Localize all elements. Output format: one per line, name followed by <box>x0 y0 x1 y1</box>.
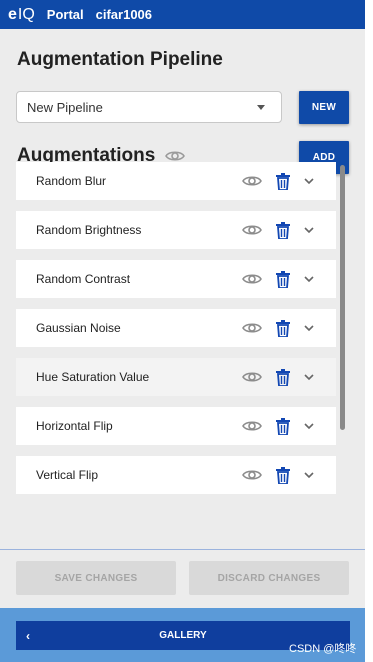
eye-icon[interactable] <box>242 223 262 237</box>
eye-icon[interactable] <box>242 272 262 286</box>
trash-icon[interactable] <box>276 319 290 337</box>
list-item[interactable]: Horizontal Flip <box>16 407 336 445</box>
save-changes-button[interactable]: SAVE CHANGES <box>16 561 176 595</box>
list-scrollbar[interactable] <box>340 165 345 430</box>
eye-icon[interactable] <box>165 149 186 163</box>
pipeline-select-value: New Pipeline <box>27 99 103 115</box>
augmentation-label: Gaussian Noise <box>36 321 121 335</box>
augmentation-label: Random Brightness <box>36 223 142 237</box>
chevron-down-icon[interactable] <box>304 471 314 479</box>
eye-icon[interactable] <box>242 174 262 188</box>
pipeline-select[interactable]: New Pipeline <box>16 91 282 123</box>
eiq-logo[interactable]: e IQ <box>8 6 35 24</box>
trash-icon[interactable] <box>276 466 290 484</box>
augmentation-label: Horizontal Flip <box>36 419 113 433</box>
page-title: Augmentation Pipeline <box>17 49 223 70</box>
chevron-down-icon[interactable] <box>304 226 314 234</box>
discard-changes-button[interactable]: DISCARD CHANGES <box>189 561 349 595</box>
augmentation-label: Hue Saturation Value <box>36 370 150 384</box>
chevron-down-icon[interactable] <box>304 177 314 185</box>
eye-icon[interactable] <box>242 468 262 482</box>
trash-icon[interactable] <box>276 221 290 239</box>
eye-icon[interactable] <box>242 370 262 384</box>
chevron-down-icon[interactable] <box>304 324 314 332</box>
augmentation-label: Random Blur <box>36 174 107 188</box>
trash-icon[interactable] <box>276 172 290 190</box>
right-edge <box>365 0 373 662</box>
list-item[interactable]: Vertical Flip <box>16 456 336 494</box>
chevron-left-icon[interactable]: ‹ <box>26 629 30 643</box>
divider <box>0 549 365 550</box>
top-bar: e IQ Portal cifar1006 <box>0 0 373 29</box>
trash-icon[interactable] <box>276 417 290 435</box>
list-item[interactable]: Gaussian Noise <box>16 309 336 347</box>
chevron-down-icon[interactable] <box>304 275 314 283</box>
augmentation-label: Random Contrast <box>36 272 131 286</box>
augmentation-label: Vertical Flip <box>36 468 99 482</box>
trash-icon[interactable] <box>276 368 290 386</box>
chevron-down-icon[interactable] <box>304 373 314 381</box>
eye-icon[interactable] <box>242 321 262 335</box>
trash-icon[interactable] <box>276 270 290 288</box>
watermark: CSDN @咚咚 <box>289 643 357 655</box>
augmentation-list: Random Blur Random Brightness Random Con… <box>16 162 336 505</box>
logo-e: e <box>8 5 17 23</box>
portal-link[interactable]: Portal <box>47 7 84 22</box>
gallery-label: GALLERY <box>159 630 207 641</box>
list-item[interactable]: Random Brightness <box>16 211 336 249</box>
new-pipeline-button[interactable]: NEW <box>299 91 349 124</box>
list-item[interactable]: Random Blur <box>16 162 336 200</box>
logo-iq: IQ <box>17 5 35 23</box>
project-name: cifar1006 <box>95 7 153 22</box>
chevron-down-icon[interactable] <box>304 422 314 430</box>
caret-down-icon <box>257 104 265 110</box>
list-item[interactable]: Hue Saturation Value <box>16 358 336 396</box>
eye-icon[interactable] <box>242 419 262 433</box>
list-item[interactable]: Random Contrast <box>16 260 336 298</box>
